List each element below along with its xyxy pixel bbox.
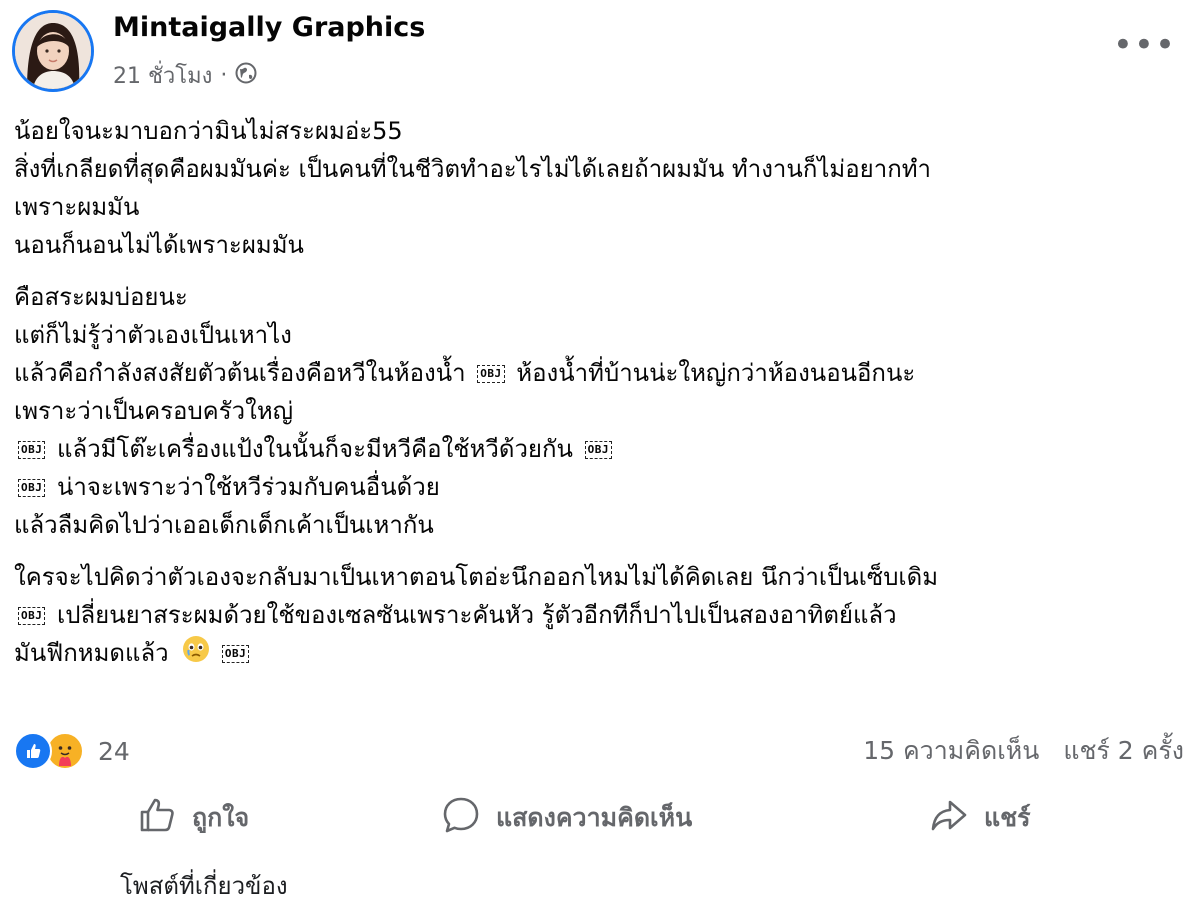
share-arrow-icon <box>928 794 970 842</box>
text-line: แล้วลืมคิดไปว่าเออเด็กเด็กเค้าเป็นเหากัน <box>14 511 434 539</box>
text-line: สิ่งที่เกลียดที่สุดคือผมมันค่ะ เป็นคนที่… <box>14 155 932 183</box>
crying-face-emoji-icon <box>182 635 210 674</box>
avatar-portrait <box>15 13 91 89</box>
obj-placeholder-icon: OBJ <box>18 607 46 625</box>
obj-placeholder-icon: OBJ <box>18 441 46 459</box>
text-segment: มันฟีกหมดแล้ว <box>14 639 169 667</box>
thumbs-up-icon <box>136 794 178 842</box>
text-line: เพราะผมมัน <box>14 193 140 221</box>
text-line: นอนก็นอนไม่ได้เพราะผมมัน <box>14 231 304 259</box>
text-line: เพราะว่าเป็นครอบครัวใหญ่ <box>14 397 294 425</box>
text-segment: น่าจะเพราะว่าใช้หวีร่วมกับคนอื่นด้วย <box>57 473 440 501</box>
obj-placeholder-icon: OBJ <box>584 441 612 459</box>
action-bar: ถูกใจ แสดงความคิดเห็น แชร์ <box>0 790 1200 846</box>
post-meta: 21 ชั่วโมง · <box>113 58 257 93</box>
obj-placeholder-icon: OBJ <box>221 645 250 663</box>
post-body: น้อยใจนะมาบอกว่ามินไม่สระผมอ่ะ55 สิ่งที่… <box>14 112 1184 688</box>
share-button[interactable]: แชร์ <box>928 794 1031 842</box>
text-line: แล้วคือกำลังสงสัยตัวต้นเรื่องคือหวีในห้อ… <box>14 354 1184 392</box>
text-line: OBJ แล้วมีโต๊ะเครื่องแป้งในนั้นก็จะมีหวี… <box>14 430 1184 468</box>
more-options-icon[interactable]: ••• <box>1113 28 1176 62</box>
paragraph: น้อยใจนะมาบอกว่ามินไม่สระผมอ่ะ55 สิ่งที่… <box>14 112 1184 264</box>
text-segment: แล้วมีโต๊ะเครื่องแป้งในนั้นก็จะมีหวีคือใ… <box>57 435 573 463</box>
text-line: แต่ก็ไม่รู้ว่าตัวเองเป็นเหาไง <box>14 321 292 349</box>
obj-placeholder-icon: OBJ <box>18 479 46 497</box>
like-button[interactable]: ถูกใจ <box>136 794 249 842</box>
obj-placeholder-icon: OBJ <box>477 365 505 383</box>
text-line: มันฟีกหมดแล้ว OBJ <box>14 634 1184 674</box>
text-line: น้อยใจนะมาบอกว่ามินไม่สระผมอ่ะ55 <box>14 117 403 145</box>
share-count[interactable]: แชร์ 2 ครั้ง <box>1063 731 1184 771</box>
like-reaction-icon <box>14 732 52 770</box>
globe-icon <box>235 62 257 90</box>
post-time[interactable]: 21 ชั่วโมง <box>113 58 212 93</box>
text-line: OBJ น่าจะเพราะว่าใช้หวีร่วมกับคนอื่นด้วย <box>14 468 1184 506</box>
meta-separator: · <box>220 63 228 88</box>
facebook-post: Mintaigally Graphics 21 ชั่วโมง · ••• น้… <box>0 0 1200 900</box>
paragraph: คือสระผมบ่อยนะ แต่ก็ไม่รู้ว่าตัวเองเป็นเ… <box>14 278 1184 544</box>
comment-button[interactable]: แสดงความคิดเห็น <box>440 794 692 842</box>
author-avatar[interactable] <box>12 10 94 92</box>
related-posts-heading-partial: โพสต์ที่เกี่ยวข้อง <box>120 872 288 900</box>
text-segment: เปลี่ยนยาสระผมด้วยใช้ของเซลซันเพราะคันหั… <box>57 601 897 629</box>
comment-label: แสดงความคิดเห็น <box>496 803 693 832</box>
comment-bubble-icon <box>440 794 482 842</box>
text-line: คือสระผมบ่อยนะ <box>14 283 188 311</box>
engagement-counts: 15 ความคิดเห็น แชร์ 2 ครั้ง <box>863 731 1184 771</box>
text-line: OBJ เปลี่ยนยาสระผมด้วยใช้ของเซลซันเพราะค… <box>14 596 1184 634</box>
text-segment: แล้วคือกำลังสงสัยตัวต้นเรื่องคือหวีในห้อ… <box>14 359 466 387</box>
reaction-summary[interactable]: 24 <box>14 732 130 770</box>
like-label: ถูกใจ <box>192 803 250 832</box>
text-line: ใครจะไปคิดว่าตัวเองจะกลับมาเป็นเหาตอนโตอ… <box>14 563 939 591</box>
paragraph: ใครจะไปคิดว่าตัวเองจะกลับมาเป็นเหาตอนโตอ… <box>14 558 1184 674</box>
text-segment: ห้องน้ำที่บ้านน่ะใหญ่กว่าห้องนอนอีกนะ <box>516 359 916 387</box>
comment-count[interactable]: 15 ความคิดเห็น <box>863 731 1039 771</box>
share-label: แชร์ <box>984 803 1031 832</box>
reaction-count: 24 <box>98 736 130 766</box>
post-stats: 24 15 ความคิดเห็น แชร์ 2 ครั้ง <box>14 726 1184 776</box>
author-name[interactable]: Mintaigally Graphics <box>113 12 425 43</box>
